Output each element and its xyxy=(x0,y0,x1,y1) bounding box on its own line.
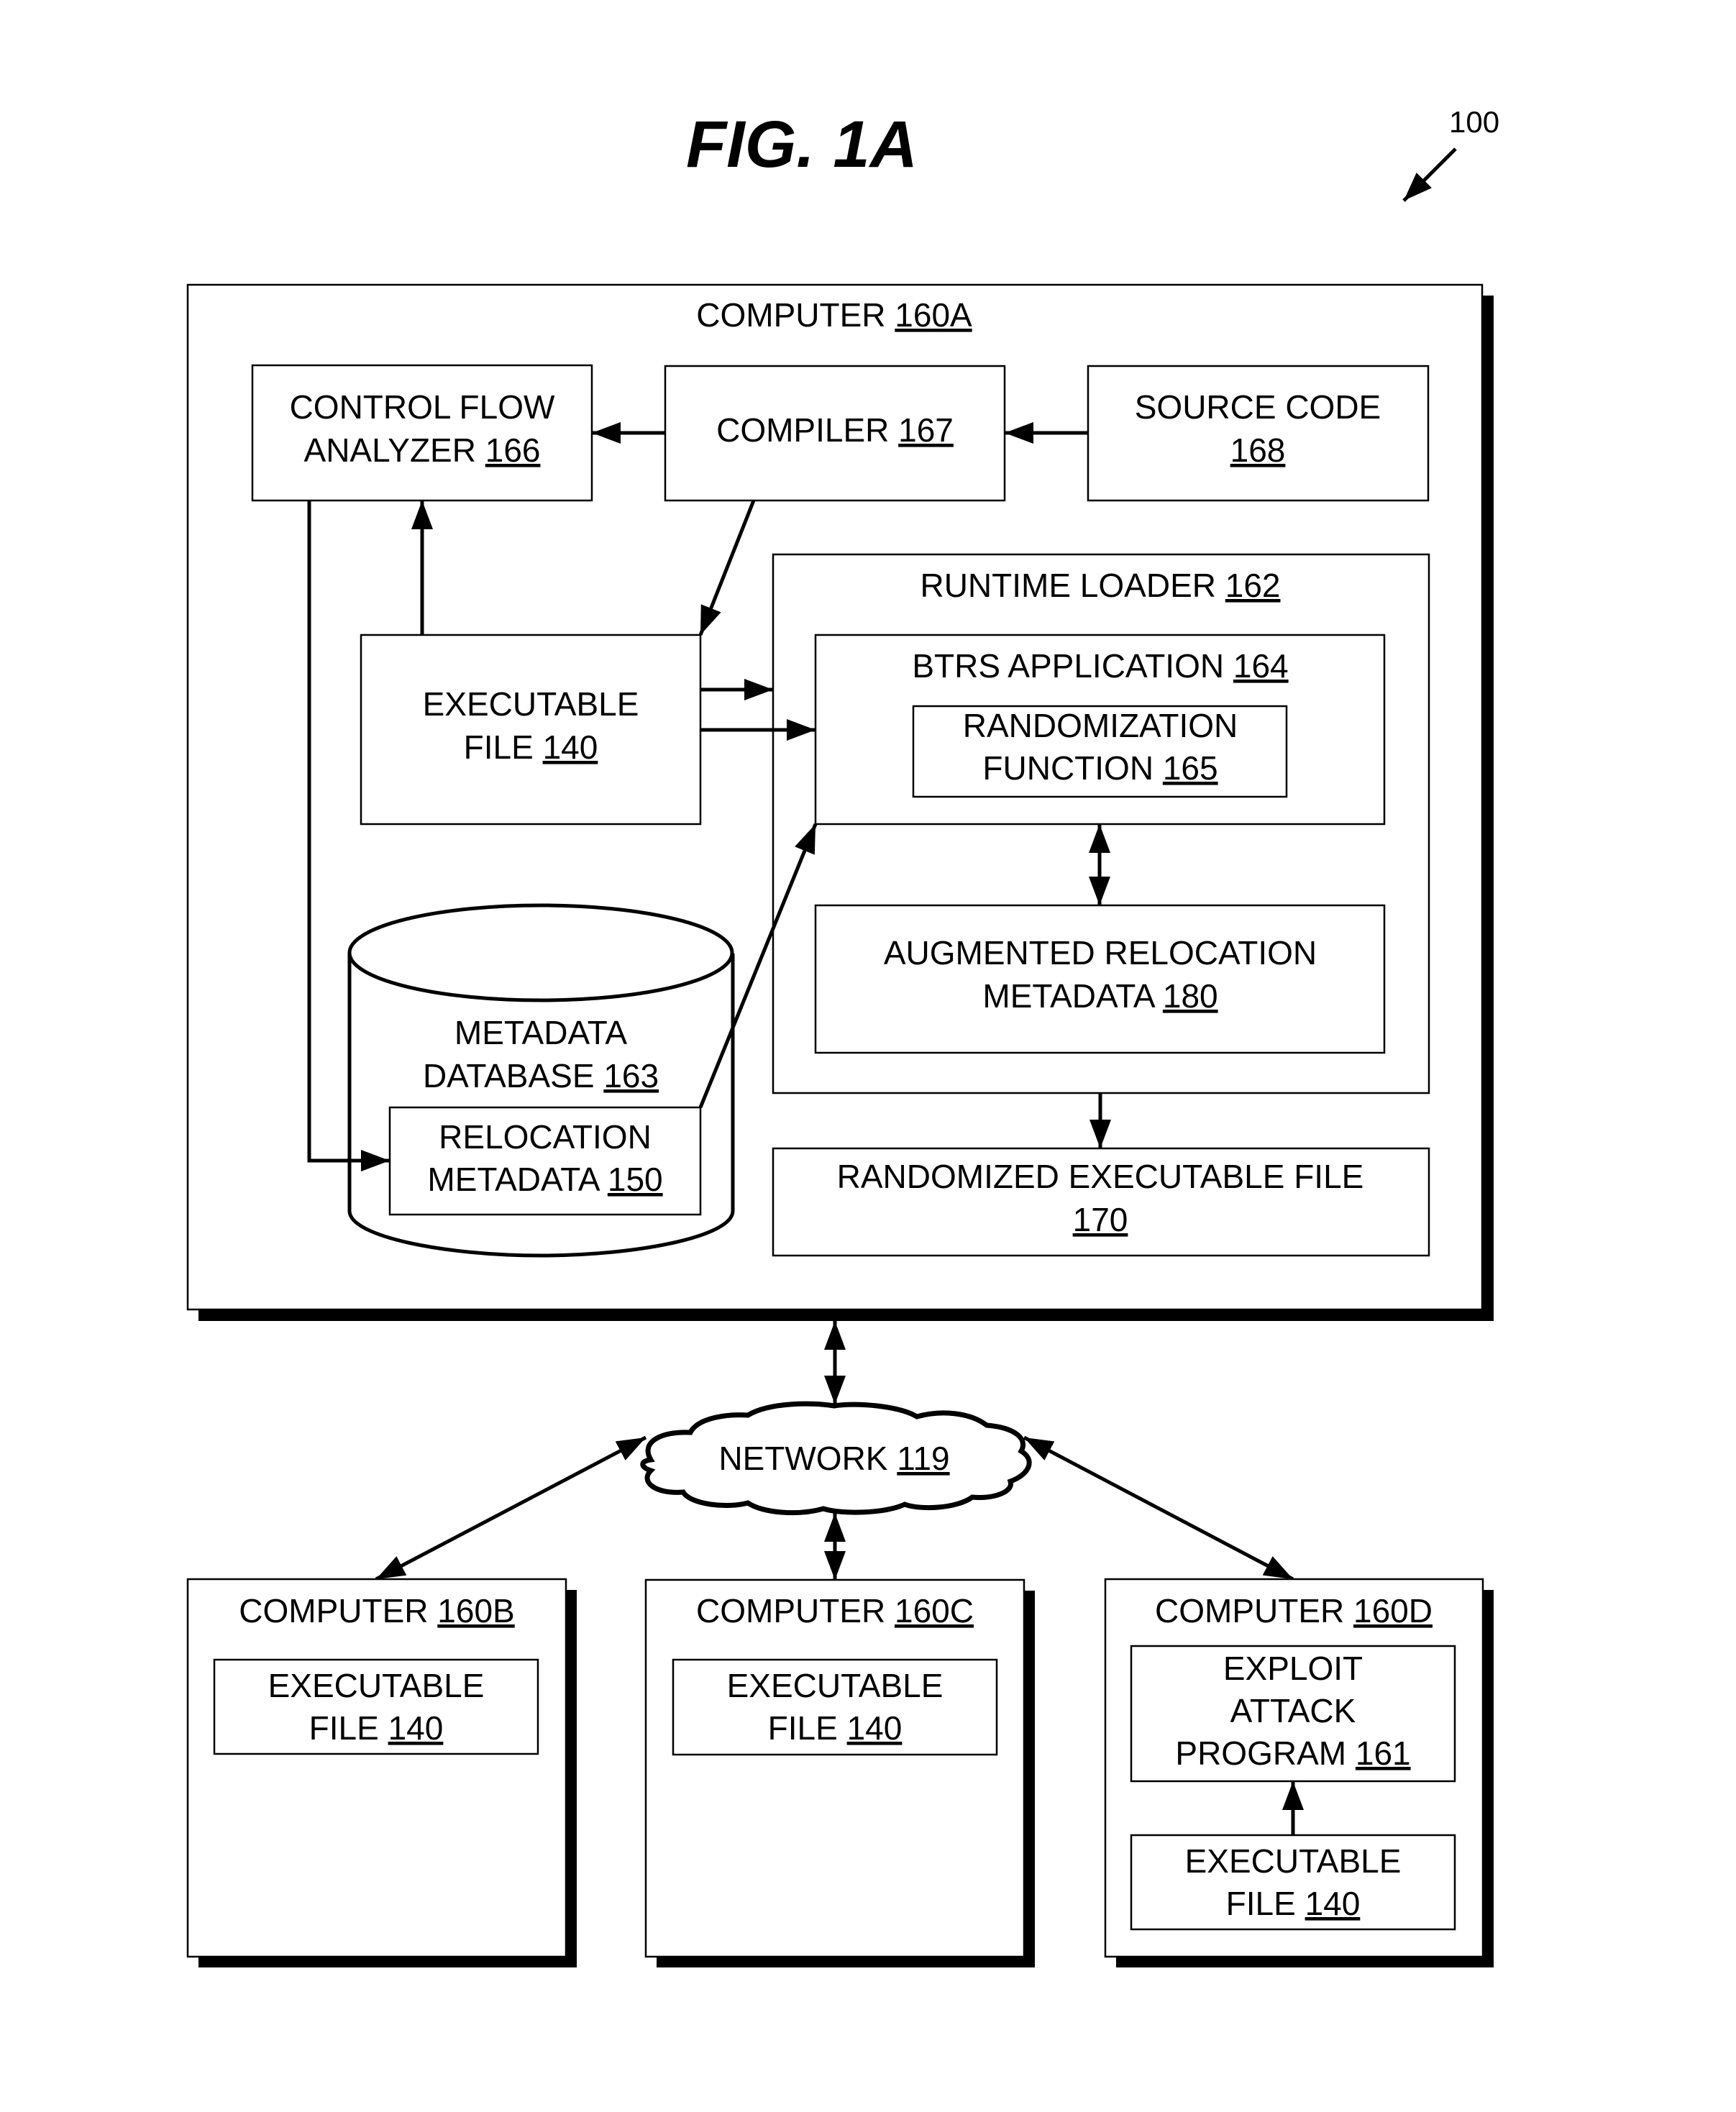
computer-160c-executable-line1: EXECUTABLE xyxy=(727,1667,944,1704)
network-label: NETWORK 119 xyxy=(718,1440,949,1477)
figure-title: FIG. 1A xyxy=(686,108,918,181)
computer-160c-shadow-bottom xyxy=(657,1957,1035,1967)
arrow-network-computer-b xyxy=(375,1435,647,1581)
source-code-line1: SOURCE CODE xyxy=(1135,388,1381,426)
computer-160c-box xyxy=(644,1578,1025,1958)
computer-160d-label: COMPUTER 160D xyxy=(1155,1592,1433,1629)
computer-160b: COMPUTER 160B EXECUTABLE FILE 140 xyxy=(186,1578,577,1967)
computer-160d: COMPUTER 160D EXPLOIT ATTACK PROGRAM 161… xyxy=(1104,1578,1494,1967)
computer-160a-label: COMPUTER 160A xyxy=(696,296,972,334)
control-flow-analyzer-line1: CONTROL FLOW xyxy=(290,388,555,426)
metadata-database-line1: METADATA xyxy=(454,1014,628,1051)
computer-160c-executable-line2: FILE 140 xyxy=(768,1709,903,1747)
augmented-relocation-metadata-line1: AUGMENTED RELOCATION xyxy=(884,934,1317,972)
control-flow-analyzer-line2: ANALYZER 166 xyxy=(304,431,541,469)
relocation-metadata-line2: METADATA 150 xyxy=(427,1161,662,1198)
control-flow-analyzer-166: CONTROL FLOW ANALYZER 166 xyxy=(251,364,593,502)
computer-160b-shadow-right xyxy=(566,1590,577,1967)
exploit-attack-program-line1: EXPLOIT xyxy=(1223,1650,1363,1687)
figure-reference-arrow xyxy=(1402,147,1457,202)
compiler-label: COMPILER 167 xyxy=(716,411,954,449)
computer-160a-shadow-right xyxy=(1482,296,1494,1321)
augmented-relocation-metadata-180: AUGMENTED RELOCATION METADATA 180 xyxy=(814,904,1386,1054)
computer-160c-shadow-right xyxy=(1024,1591,1035,1967)
runtime-loader-label: RUNTIME LOADER 162 xyxy=(920,567,1280,604)
computer-160d-shadow-right xyxy=(1483,1590,1494,1967)
metadata-database-line2: DATABASE 163 xyxy=(423,1057,659,1094)
patent-diagram: FIG. 1A 100 COMPUTER 160A CONTROL FLOW A… xyxy=(186,105,1499,1967)
executable-file-line1: EXECUTABLE xyxy=(423,685,639,723)
executable-file-line2: FILE 140 xyxy=(464,728,598,766)
computer-160b-box xyxy=(186,1578,567,1958)
computer-160c-label: COMPUTER 160C xyxy=(696,1592,974,1629)
compiler-167: COMPILER 167 xyxy=(664,365,1006,502)
figure-reference-number: 100 xyxy=(1449,105,1499,139)
computer-160a-shadow-bottom xyxy=(198,1309,1494,1321)
computer-160b-executable-line1: EXECUTABLE xyxy=(268,1667,485,1704)
randomization-function-line1: RANDOMIZATION xyxy=(963,707,1238,744)
computer-160d-executable-line2: FILE 140 xyxy=(1226,1885,1361,1922)
computer-160c: COMPUTER 160C EXECUTABLE FILE 140 xyxy=(644,1578,1035,1967)
augmented-relocation-metadata-line2: METADATA 180 xyxy=(982,977,1218,1015)
computer-160b-shadow-bottom xyxy=(198,1957,577,1967)
source-code-168: SOURCE CODE 168 xyxy=(1087,365,1430,502)
exploit-attack-program-line2: ATTACK xyxy=(1230,1692,1356,1729)
randomized-executable-file-170: RANDOMIZED EXECUTABLE FILE 170 xyxy=(772,1147,1430,1257)
relocation-metadata-150: RELOCATION METADATA 150 xyxy=(388,1106,702,1216)
relocation-metadata-line1: RELOCATION xyxy=(439,1118,652,1156)
network-119: NETWORK 119 xyxy=(640,1401,1032,1516)
executable-file-140: EXECUTABLE FILE 140 xyxy=(360,634,702,826)
runtime-loader-162: RUNTIME LOADER 162 BTRS APPLICATION 164 … xyxy=(772,553,1430,1094)
source-code-ref: 168 xyxy=(1230,431,1286,469)
randomized-executable-file-ref: 170 xyxy=(1073,1201,1128,1238)
metadata-database-163: METADATA DATABASE 163 RELOCATION METADAT… xyxy=(347,903,735,1258)
metadata-database-top xyxy=(347,903,734,1002)
randomization-function-line2: FUNCTION 165 xyxy=(982,749,1218,787)
computer-160d-executable-line1: EXECUTABLE xyxy=(1185,1842,1402,1880)
randomization-function-165: RANDOMIZATION FUNCTION 165 xyxy=(912,705,1288,798)
exploit-attack-program-line3: PROGRAM 161 xyxy=(1175,1734,1410,1772)
computer-160b-executable-line2: FILE 140 xyxy=(309,1709,444,1747)
btrs-application-164: BTRS APPLICATION 164 RANDOMIZATION FUNCT… xyxy=(814,634,1386,826)
arrow-network-computer-d xyxy=(1023,1435,1294,1581)
computer-160b-label: COMPUTER 160B xyxy=(239,1592,514,1629)
btrs-application-label: BTRS APPLICATION 164 xyxy=(912,647,1288,685)
computer-160a: COMPUTER 160A CONTROL FLOW ANALYZER 166 … xyxy=(186,283,1494,1321)
computer-160d-shadow-bottom xyxy=(1116,1957,1494,1967)
randomized-executable-file-line1: RANDOMIZED EXECUTABLE FILE xyxy=(837,1158,1364,1195)
